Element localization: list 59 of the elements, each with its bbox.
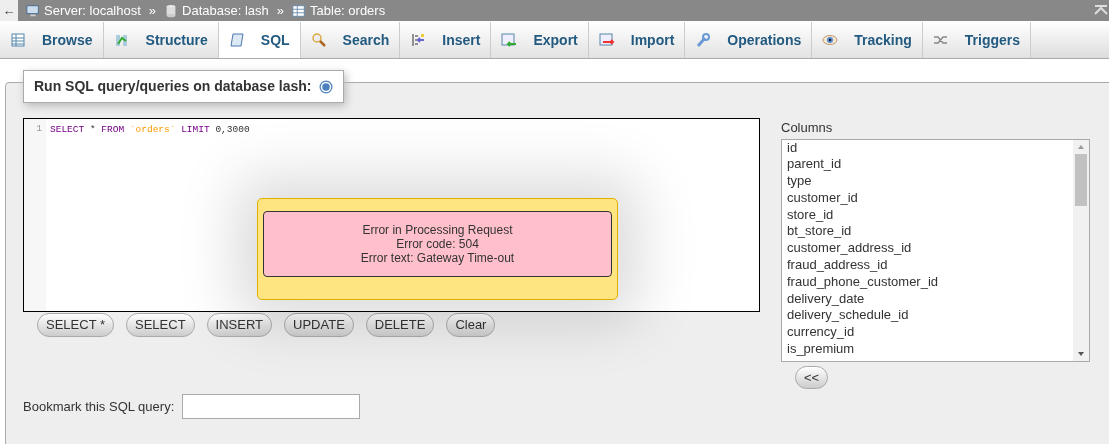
scroll-down-icon[interactable] <box>1077 350 1085 357</box>
eye-icon <box>822 32 839 48</box>
column-item[interactable]: currency_id <box>782 324 1073 342</box>
column-item[interactable]: store_id <box>782 206 1073 224</box>
wrench-icon <box>695 32 712 48</box>
column-item[interactable]: delivery_date <box>782 290 1073 308</box>
column-item[interactable]: fraud_address_id <box>782 257 1073 274</box>
column-item[interactable]: bt_store_id <box>782 223 1073 241</box>
column-item[interactable]: customer_address_id <box>782 240 1073 258</box>
breadcrumb-separator: » <box>148 1 157 20</box>
table-icon <box>10 32 26 48</box>
structure-icon <box>113 32 130 48</box>
scroll-up-icon[interactable] <box>1077 143 1085 150</box>
column-item[interactable]: delivery_schedule_id <box>782 307 1073 325</box>
tab[interactable]: Insert <box>400 22 492 58</box>
export-icon <box>501 32 518 48</box>
tab[interactable]: Search <box>300 22 401 58</box>
database-link[interactable]: Database: lash <box>182 0 269 21</box>
bookmark-input[interactable] <box>182 394 361 419</box>
column-item[interactable]: type <box>782 173 1073 190</box>
tab[interactable]: Structure <box>103 22 219 58</box>
panel-title: Run SQL query/queries on database lash: <box>34 77 312 96</box>
query-button[interactable]: SELECT * <box>37 313 114 337</box>
sql-code-line: SELECT * FROM `orders` LIMIT 0,3000 <box>50 124 250 135</box>
tab[interactable]: Tracking <box>812 22 923 58</box>
error-message: Error in Processing Request Error code: 504 Error text: Gateway Time-out <box>263 211 612 277</box>
scrollbar[interactable] <box>1073 139 1089 361</box>
bookmark-label: Bookmark this SQL query: <box>23 397 175 416</box>
tab[interactable]: Import <box>588 22 686 58</box>
query-button[interactable]: DELETE <box>365 313 435 337</box>
tab[interactable]: SQL <box>218 22 301 58</box>
import-icon <box>598 32 615 48</box>
query-button[interactable]: UPDATE <box>284 313 354 337</box>
line-number: 1 <box>36 123 42 134</box>
server-link[interactable]: Server: localhost <box>44 0 141 21</box>
tab[interactable]: Operations <box>685 22 813 58</box>
column-item[interactable]: id <box>782 139 1073 157</box>
column-item[interactable]: customer_id <box>782 189 1073 207</box>
breadcrumb-separator: » <box>276 1 285 20</box>
columns-label: Columns <box>781 119 834 137</box>
insert-icon <box>410 32 427 48</box>
tab[interactable]: Browse <box>0 22 104 58</box>
query-button[interactable]: SELECT <box>126 313 195 337</box>
query-button[interactable]: INSERT <box>206 313 273 337</box>
scroll-icon <box>228 32 245 48</box>
help-icon[interactable] <box>319 79 334 94</box>
table-icon <box>292 3 307 18</box>
tab[interactable]: Triggers <box>922 22 1032 58</box>
columns-list[interactable]: id parent_id type customer_id store_id bt_store_id customer_address_id fraud_address_id fraud_phone_customer_id delivery_date delivery_schedule_id currency_id is_premium <box>781 138 1090 362</box>
scrollbar-thumb[interactable] <box>1075 153 1087 206</box>
monitor-icon <box>26 3 40 18</box>
column-item[interactable]: parent_id <box>782 156 1073 174</box>
table-link[interactable]: Table: orders <box>310 0 386 21</box>
search-icon <box>310 32 327 48</box>
column-item[interactable]: is_premium <box>782 341 1073 358</box>
column-item[interactable]: fraud_phone_customer_id <box>782 273 1073 291</box>
query-button[interactable]: Clear <box>446 313 496 337</box>
back-button[interactable]: ← <box>0 0 18 21</box>
tab[interactable]: Export <box>491 22 589 58</box>
